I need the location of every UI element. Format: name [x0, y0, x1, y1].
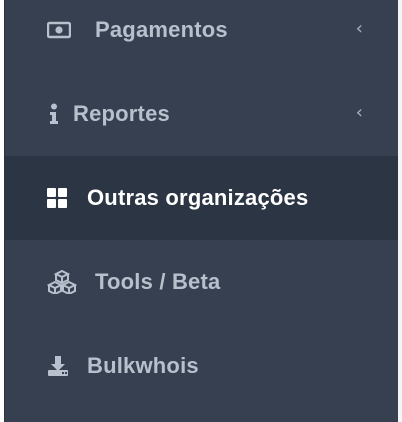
sidebar-item-label: Tools / Beta: [95, 269, 221, 294]
sidebar-item-reportes[interactable]: Reportes ‹: [5, 72, 399, 156]
sidebar-item-label: Bulkwhois: [87, 353, 199, 378]
chevron-left-icon[interactable]: ‹: [356, 18, 363, 39]
cubes-icon: [47, 270, 77, 294]
download-icon: [47, 355, 69, 377]
sidebar-menu: Pagamentos ‹ Reportes ‹ Outras organizaç…: [4, 0, 399, 422]
sidebar-item-label: Outras organizações: [87, 185, 309, 210]
content-edge: [398, 0, 402, 422]
sidebar-item-bulkwhois[interactable]: Bulkwhois: [5, 324, 399, 408]
sidebar-item-label: Reportes: [73, 101, 170, 126]
info-icon: [49, 103, 59, 125]
money-icon: [47, 21, 71, 39]
grid-icon: [47, 188, 67, 208]
chevron-left-icon[interactable]: ‹: [356, 102, 363, 123]
sidebar-item-label: Pagamentos: [95, 17, 228, 42]
sidebar-item-tools-beta[interactable]: Tools / Beta: [5, 240, 399, 324]
sidebar-item-outras-organizacoes[interactable]: Outras organizações: [5, 156, 399, 240]
sidebar-item-pagamentos[interactable]: Pagamentos ‹: [5, 0, 399, 72]
